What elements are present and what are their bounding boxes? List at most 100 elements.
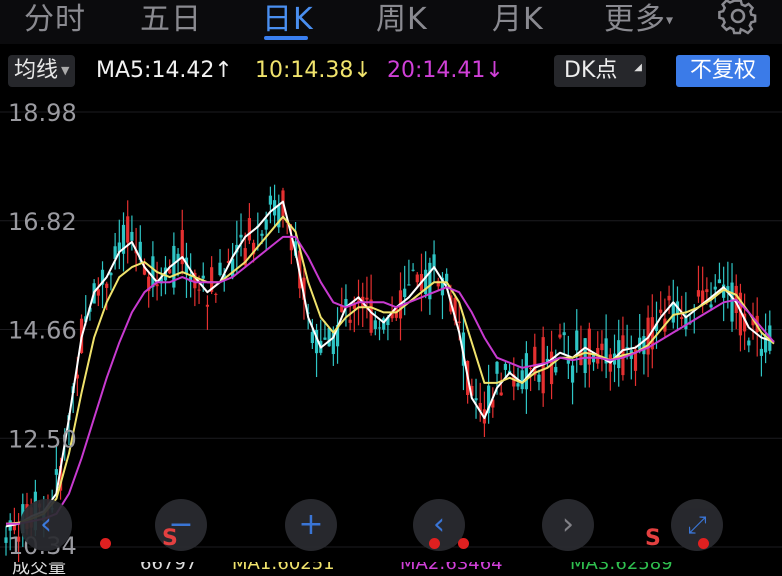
candle-body (709, 304, 713, 308)
candle-body (96, 289, 100, 296)
ma20-readout: 20:14.41↓ (387, 55, 504, 87)
candle-body (528, 367, 533, 369)
candle-body (570, 365, 575, 383)
tab-more-label: 更多 (604, 2, 666, 37)
no-adjust-button[interactable]: 不复权 (676, 55, 770, 87)
prev-button[interactable]: ‹ (20, 499, 72, 551)
tab-week-k[interactable]: 周K (376, 0, 428, 38)
candle-body (549, 351, 554, 385)
candle-body (247, 218, 252, 241)
signal-dot (100, 538, 111, 549)
period-tabs: 分时 五日 日K 周K 月K 更多▾ (0, 0, 782, 44)
candle-body (684, 316, 688, 330)
kline-chart[interactable]: 18.9816.8214.6612.5010.34 (0, 92, 782, 562)
ma10-readout: 10:14.38↓ (255, 55, 372, 87)
volume-ma1: MA1:60251 (232, 562, 335, 574)
candle-body (671, 302, 675, 323)
candle-body (373, 320, 377, 329)
volume-ma3: MA3:62589 (570, 562, 673, 574)
scroll-right-button[interactable]: › (542, 499, 594, 551)
dk-point-label: DK点 (564, 58, 618, 83)
candle-body (369, 299, 373, 333)
candle-body (268, 195, 272, 205)
candle-body (205, 304, 210, 307)
y-tick-label: 12.50 (8, 425, 77, 453)
candle-body (537, 374, 541, 382)
indicator-selector[interactable]: 均线 ▼ (8, 55, 76, 87)
ma20-value: 20:14.41 (387, 58, 486, 83)
y-axis-labels: 18.9816.8214.6612.5010.34 (8, 99, 77, 560)
ma10-value: 10:14.38 (255, 58, 354, 83)
candle-body (109, 272, 113, 276)
candle-body (554, 366, 558, 373)
ma5-value: MA5:14.42 (96, 58, 215, 83)
ma-lines (5, 200, 775, 528)
arrow-down-icon: ↓ (353, 58, 372, 83)
candle-body (730, 282, 734, 322)
candle-body (201, 275, 205, 279)
candle-body (411, 269, 415, 271)
y-tick-label: 18.98 (8, 99, 77, 127)
candlesticks (4, 184, 772, 562)
candle-body (457, 321, 461, 323)
dk-point-button[interactable]: DK点 ◢ (554, 55, 646, 87)
gear-icon[interactable] (718, 0, 758, 36)
candle-body (533, 346, 537, 376)
y-tick-label: 14.66 (8, 317, 77, 345)
candle-body (575, 330, 579, 351)
candle-body (323, 337, 327, 340)
candle-body (151, 256, 155, 288)
candle-body (495, 361, 499, 374)
candle-body (407, 284, 411, 286)
candle-body (155, 284, 159, 287)
candle-body (197, 289, 201, 291)
candle-body (310, 332, 314, 344)
candle-body (327, 327, 331, 347)
expand-icon[interactable]: ⤢ (671, 499, 723, 551)
candle-body (600, 343, 604, 351)
candle-body (474, 398, 478, 401)
candle-body (667, 295, 671, 301)
arrow-up-icon: ↑ (214, 58, 233, 83)
candle-body (562, 332, 566, 336)
volume-label: 成交量 (12, 562, 66, 576)
candle-body (503, 363, 508, 370)
candle-body (759, 348, 764, 356)
candle-body (696, 290, 701, 297)
tab-day-k[interactable]: 日K (262, 0, 314, 38)
signal-dot (698, 538, 709, 549)
signal-dot (458, 538, 469, 549)
candle-body (445, 273, 449, 282)
tab-wuri[interactable]: 五日 (140, 0, 202, 38)
zoom-in-button[interactable]: + (285, 499, 337, 551)
ma-line-ma10 (5, 215, 775, 525)
candle-body (587, 328, 591, 365)
ma-info-bar: 均线 ▼ MA5:14.42↑ 10:14.38↓ 20:14.41↓ DK点 ◢ … (0, 50, 782, 92)
candle-body (558, 334, 562, 338)
ma5-readout: MA5:14.42↑ (96, 55, 233, 87)
candle-body (214, 293, 218, 295)
candle-body (260, 233, 264, 236)
candle-body (126, 216, 130, 243)
tab-fenshi[interactable]: 分时 (24, 0, 86, 38)
candle-body (520, 370, 524, 390)
candle-body (705, 289, 709, 293)
candle-body (218, 262, 222, 276)
chevron-down-icon: ▾ (666, 12, 675, 29)
volume-value: 66797 (140, 562, 198, 574)
candle-body (747, 340, 751, 346)
tab-more[interactable]: 更多▾ (604, 0, 674, 38)
tab-month-k[interactable]: 月K (492, 0, 544, 38)
ma-line-ma5 (5, 200, 775, 528)
candle-body (516, 383, 520, 387)
candle-body (680, 317, 684, 320)
corner-triangle-icon: ◢ (634, 62, 642, 73)
candle-body (717, 279, 722, 284)
candle-body (377, 327, 382, 329)
active-tab-indicator (264, 36, 308, 40)
candle-body (54, 469, 58, 475)
candle-body (524, 353, 528, 390)
candle-body (659, 309, 663, 313)
y-tick-label: 16.82 (8, 208, 77, 236)
candle-body (130, 231, 134, 241)
